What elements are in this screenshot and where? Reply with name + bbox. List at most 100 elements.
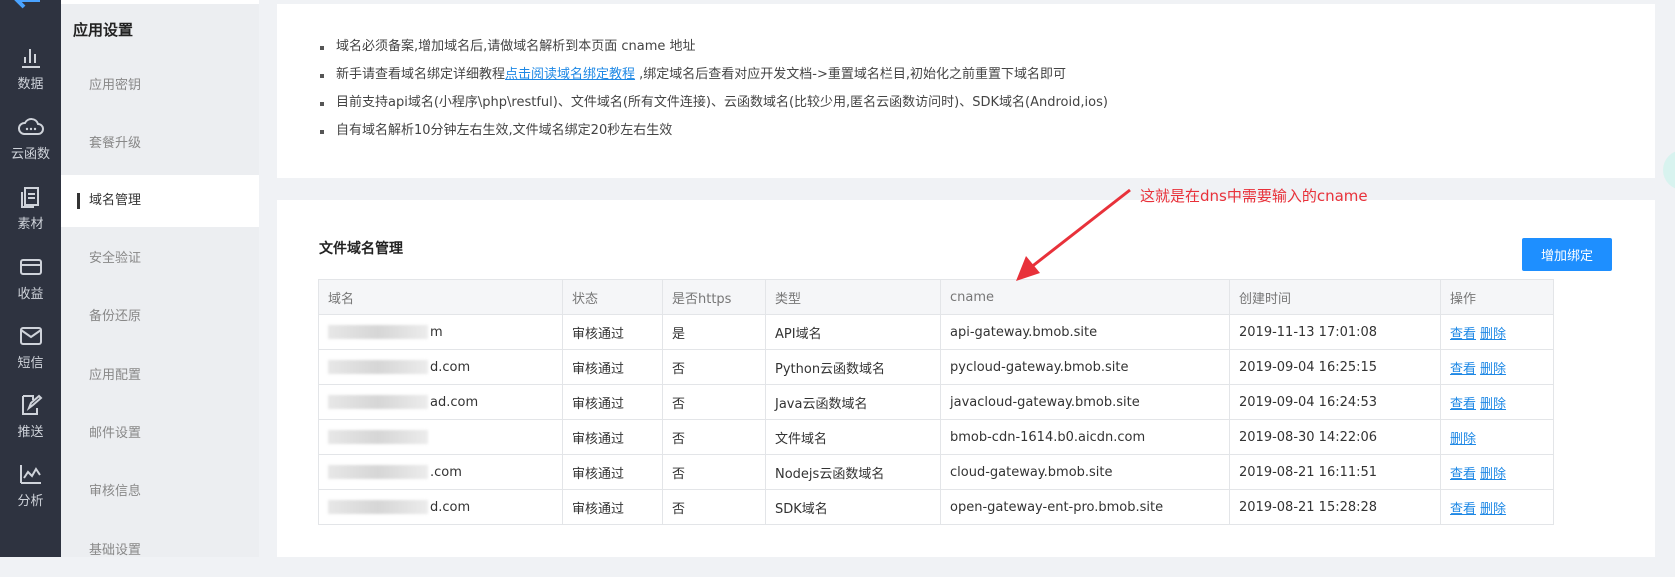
sidebar-item-basic[interactable]: 基础设置 bbox=[61, 525, 259, 577]
cname-cell: pycloud-gateway.bmob.site bbox=[940, 349, 1230, 385]
back-arrow-icon[interactable] bbox=[12, 0, 42, 12]
created-cell: 2019-08-21 16:11:51 bbox=[1229, 454, 1441, 490]
view-link[interactable]: 查看 bbox=[1450, 502, 1476, 517]
domain-cell: d.com bbox=[318, 349, 563, 385]
https-cell: 否 bbox=[662, 419, 766, 455]
notice-item: 目前支持api域名(小程序\php\restful)、文件域名(所有文件连接)、… bbox=[320, 89, 1108, 117]
view-link[interactable]: 查看 bbox=[1450, 327, 1476, 342]
status-cell: 审核通过 bbox=[562, 419, 663, 455]
domain-cell: ad.com bbox=[318, 384, 563, 420]
sidebar-item-backup[interactable]: 备份还原 bbox=[61, 291, 259, 343]
redacted-domain bbox=[328, 325, 428, 339]
domain-cell bbox=[318, 419, 563, 455]
delete-link[interactable]: 删除 bbox=[1480, 362, 1506, 377]
notice-item: 新手请查看域名绑定详细教程点击阅读域名绑定教程 ,绑定域名后查看对应开发文档->… bbox=[320, 61, 1108, 89]
delete-link[interactable]: 删除 bbox=[1480, 397, 1506, 412]
redacted-domain bbox=[328, 430, 428, 444]
rail-item-cloud-function[interactable]: 云函数 bbox=[0, 115, 61, 162]
card-icon bbox=[19, 259, 42, 275]
rail-item-assets[interactable]: 素材 bbox=[0, 185, 61, 232]
created-cell: 2019-08-30 14:22:06 bbox=[1229, 419, 1441, 455]
cname-cell: cloud-gateway.bmob.site bbox=[940, 454, 1230, 490]
notice-item: 域名必须备案,增加域名后,请做域名解析到本页面 cname 地址 bbox=[320, 33, 1108, 61]
created-cell: 2019-09-04 16:24:53 bbox=[1229, 384, 1441, 420]
domain-suffix: d.com bbox=[430, 359, 471, 375]
domain-cell: d.com bbox=[318, 489, 563, 525]
rail-item-revenue[interactable]: 收益 bbox=[0, 255, 61, 302]
cname-cell: api-gateway.bmob.site bbox=[940, 314, 1230, 350]
sidebar-item-security[interactable]: 安全验证 bbox=[61, 233, 259, 285]
sidebar-item-app-keys[interactable]: 应用密钥 bbox=[61, 60, 259, 112]
card-title: 文件域名管理 bbox=[319, 241, 403, 257]
type-cell: API域名 bbox=[765, 314, 941, 350]
sidebar-item-label: 域名管理 bbox=[89, 193, 142, 208]
notice-list: 域名必须备案,增加域名后,请做域名解析到本页面 cname 地址 新手请查看域名… bbox=[320, 33, 1108, 145]
notice-text: 新手请查看域名绑定详细教程 bbox=[336, 67, 506, 82]
sidebar-item-plan-upgrade[interactable]: 套餐升级 bbox=[61, 118, 259, 170]
actions-cell: 删除 bbox=[1440, 419, 1554, 455]
table-header-row: 域名 状态 是否https 类型 cname 创建时间 操作 bbox=[318, 279, 1554, 315]
icon-rail: 数据 云函数 素材 收益 短信 推送 分析 bbox=[0, 0, 61, 557]
domain-suffix: m bbox=[430, 324, 443, 340]
delete-link[interactable]: 删除 bbox=[1450, 432, 1476, 447]
redacted-domain bbox=[328, 465, 428, 479]
annotation-text: 这就是在dns中需要输入的cname bbox=[1140, 187, 1368, 205]
delete-link[interactable]: 删除 bbox=[1480, 327, 1506, 342]
table-row: d.com 审核通过 否 Python云函数域名 pycloud-gateway… bbox=[318, 349, 1554, 385]
status-cell: 审核通过 bbox=[562, 314, 663, 350]
rail-label-analysis: 分析 bbox=[17, 494, 44, 509]
domain-suffix: d.com bbox=[430, 499, 471, 515]
push-edit-icon bbox=[21, 394, 42, 415]
actions-cell: 查看 删除 bbox=[1440, 454, 1554, 490]
cname-cell: bmob-cdn-1614.b0.aicdn.com bbox=[940, 419, 1230, 455]
domain-table: 域名 状态 是否https 类型 cname 创建时间 操作 m 审核通过 是 … bbox=[318, 279, 1554, 525]
table-row: .com 审核通过 否 Nodejs云函数域名 cloud-gateway.bm… bbox=[318, 454, 1554, 490]
rail-label-push: 推送 bbox=[17, 425, 44, 440]
add-binding-button[interactable]: 增加绑定 bbox=[1522, 238, 1612, 271]
https-cell: 否 bbox=[662, 349, 766, 385]
rail-label-revenue: 收益 bbox=[17, 287, 44, 302]
notice-item: 自有域名解析10分钟左右生效,文件域名绑定20秒左右生效 bbox=[320, 117, 1108, 145]
domain-suffix: .com bbox=[430, 464, 462, 480]
table-row: 审核通过 否 文件域名 bmob-cdn-1614.b0.aicdn.com 2… bbox=[318, 419, 1554, 455]
sidebar-item-app-config[interactable]: 应用配置 bbox=[61, 350, 259, 402]
cloud-icon bbox=[17, 118, 44, 135]
rail-item-push[interactable]: 推送 bbox=[0, 393, 61, 440]
https-cell: 否 bbox=[662, 384, 766, 420]
col-domain: 域名 bbox=[318, 279, 563, 315]
col-actions: 操作 bbox=[1440, 279, 1554, 315]
col-cname: cname bbox=[940, 279, 1230, 315]
rail-label-cloud-function: 云函数 bbox=[10, 147, 50, 162]
rail-item-sms[interactable]: 短信 bbox=[0, 324, 61, 371]
view-link[interactable]: 查看 bbox=[1450, 467, 1476, 482]
sidebar-item-mail[interactable]: 邮件设置 bbox=[61, 408, 259, 460]
domain-cell: m bbox=[318, 314, 563, 350]
status-cell: 审核通过 bbox=[562, 384, 663, 420]
col-created: 创建时间 bbox=[1229, 279, 1441, 315]
sidebar-item-review-info[interactable]: 审核信息 bbox=[61, 466, 259, 518]
type-cell: Python云函数域名 bbox=[765, 349, 941, 385]
rail-item-analysis[interactable]: 分析 bbox=[0, 462, 61, 509]
floating-action-edge[interactable] bbox=[1663, 150, 1675, 190]
tutorial-link[interactable]: 点击阅读域名绑定教程 bbox=[505, 67, 635, 82]
redacted-domain bbox=[328, 395, 428, 409]
col-https: 是否https bbox=[662, 279, 766, 315]
created-cell: 2019-08-21 15:28:28 bbox=[1229, 489, 1441, 525]
delete-link[interactable]: 删除 bbox=[1480, 502, 1506, 517]
view-link[interactable]: 查看 bbox=[1450, 397, 1476, 412]
domain-cell: .com bbox=[318, 454, 563, 490]
type-cell: 文件域名 bbox=[765, 419, 941, 455]
delete-link[interactable]: 删除 bbox=[1480, 467, 1506, 482]
notice-text: ,绑定域名后查看对应开发文档->重置域名栏目,初始化之前重置下域名即可 bbox=[635, 67, 1067, 82]
rail-item-data[interactable]: 数据 bbox=[0, 45, 61, 92]
view-link[interactable]: 查看 bbox=[1450, 362, 1476, 377]
col-status: 状态 bbox=[562, 279, 663, 315]
col-type: 类型 bbox=[765, 279, 941, 315]
sidebar-top-strip bbox=[61, 0, 259, 4]
sidebar-item-domain-management[interactable]: 域名管理 bbox=[61, 175, 259, 227]
actions-cell: 查看 删除 bbox=[1440, 384, 1554, 420]
https-cell: 是 bbox=[662, 314, 766, 350]
analysis-icon bbox=[19, 465, 41, 484]
cname-cell: open-gateway-ent-pro.bmob.site bbox=[940, 489, 1230, 525]
created-cell: 2019-11-13 17:01:08 bbox=[1229, 314, 1441, 350]
